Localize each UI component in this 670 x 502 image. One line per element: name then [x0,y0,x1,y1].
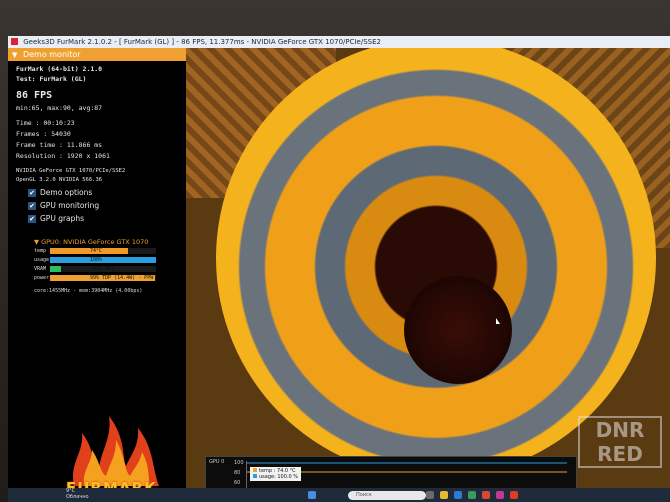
test-name: Test: FurMark (GL) [16,75,87,83]
fps-stats: min:65, max:90, avg:87 [16,104,103,112]
gpu-bar-value: (635 MB) [90,266,115,272]
gpu-bar-value: 74°C [90,248,103,254]
gpu-bar-label: power [34,275,50,281]
weather-desc: Облачно [66,494,89,500]
app-icon[interactable] [496,491,504,499]
store-icon[interactable] [468,491,476,499]
resolution-readout: Resolution : 1920 x 1061 [16,152,110,160]
graph-tick: 60 [234,480,241,486]
gpu-bar-value: 99% TDP (14.4W) - PPW 0.508 [90,275,154,287]
demo-monitor-title: Demo monitor [22,50,81,59]
taskbar-search[interactable]: Поиск [348,491,426,500]
app-icon[interactable] [482,491,490,499]
checkmark-icon[interactable]: ✔ [28,189,36,197]
legend-usage: usage: 100.0 % [259,474,299,480]
screen: Geeks3D FurMark 2.1.0.2 - [ FurMark (GL)… [8,36,670,502]
graph-gpu-label: GPU 0 [209,459,225,465]
gpu-bar-label: temp [34,248,47,254]
furmark-app-icon [11,38,18,45]
graph-tick: 100 [234,460,244,466]
opengl-version: OpenGL 3.2.0 NVIDIA 566.36 [16,177,103,183]
gpu-section-title[interactable]: ▼ GPU0: NVIDIA GeForce GTX 1070 [34,238,148,246]
gpu-bar-fill [50,266,61,272]
app-name: FurMark (64-bit) 2.1.0 [16,65,103,73]
checkbox-demo-options[interactable]: ✔ Demo options [28,188,92,197]
gpu-bar-fill [50,257,156,263]
graph-legend: temp : 74.0 °C usage: 100.0 % [250,467,302,481]
graph-tick: 80 [234,470,241,476]
windows-taskbar [8,488,670,502]
mouse-cursor-icon [496,318,500,324]
checkbox-gpu-monitoring[interactable]: ✔ GPU monitoring [28,201,99,210]
gpu-bar-track: 99% TDP (14.4W) - PPW 0.508 [50,275,156,287]
window-titlebar[interactable]: Geeks3D FurMark 2.1.0.2 - [ FurMark (GL)… [8,36,670,48]
watermark: DNR RED [578,416,662,468]
fur-donut [216,48,656,478]
gpu-bar-temp: temp 74°C [34,248,156,254]
clock-readout: core:1455MHz - mem:3904MHz (4.00bps) [34,288,143,294]
gpu-bar-usage: usage 100% [34,257,156,263]
demo-monitor-header[interactable]: ▼ Demo monitor [8,48,186,61]
edge-icon[interactable] [454,491,462,499]
renderer-name: NVIDIA GeForce GTX 1070/PCIe/SSE2 [16,168,126,174]
start-icon[interactable] [308,491,316,499]
file-explorer-icon[interactable] [440,491,448,499]
gpu-bar-label: usage [34,257,50,263]
fps-value: 86 FPS [16,90,53,101]
fur-donut-center [404,276,512,384]
checkbox-gpu-graphs[interactable]: ✔ GPU graphs [28,214,84,223]
gpu-bar-power: power 99% TDP (14.4W) - PPW 0.508 [34,275,156,287]
time-readout: Time : 00:10:23 [16,119,75,127]
demo-monitor-panel: ▼ Demo monitor FurMark (64-bit) 2.1.0 Te… [8,48,186,502]
weather-widget[interactable]: 9°C Облачно [66,488,89,500]
collapse-triangle-icon[interactable]: ▼ [12,51,17,59]
gpu-bar-track: (635 MB) [50,266,156,272]
furmark-flame-logo [72,416,159,486]
gpu-bar-track: 74°C [50,248,156,254]
legend-swatch [253,474,257,478]
furmark-taskbar-icon[interactable] [510,491,518,499]
legend-swatch [253,468,257,472]
gpu-bar-label: VRAM [34,266,47,272]
gpu-bar-track: 100% [50,257,156,263]
frame-time-readout: Frame time : 11.866 ms [16,141,103,149]
gpu-bar-value: 100% [90,257,103,263]
frames-readout: Frames : 54030 [16,130,71,138]
task-view-icon[interactable] [426,491,434,499]
checkmark-icon[interactable]: ✔ [28,202,36,210]
window-title: Geeks3D FurMark 2.1.0.2 - [ FurMark (GL)… [23,38,381,46]
checkmark-icon[interactable]: ✔ [28,215,36,223]
gpu-bar-vram: VRAM (635 MB) [34,266,156,272]
